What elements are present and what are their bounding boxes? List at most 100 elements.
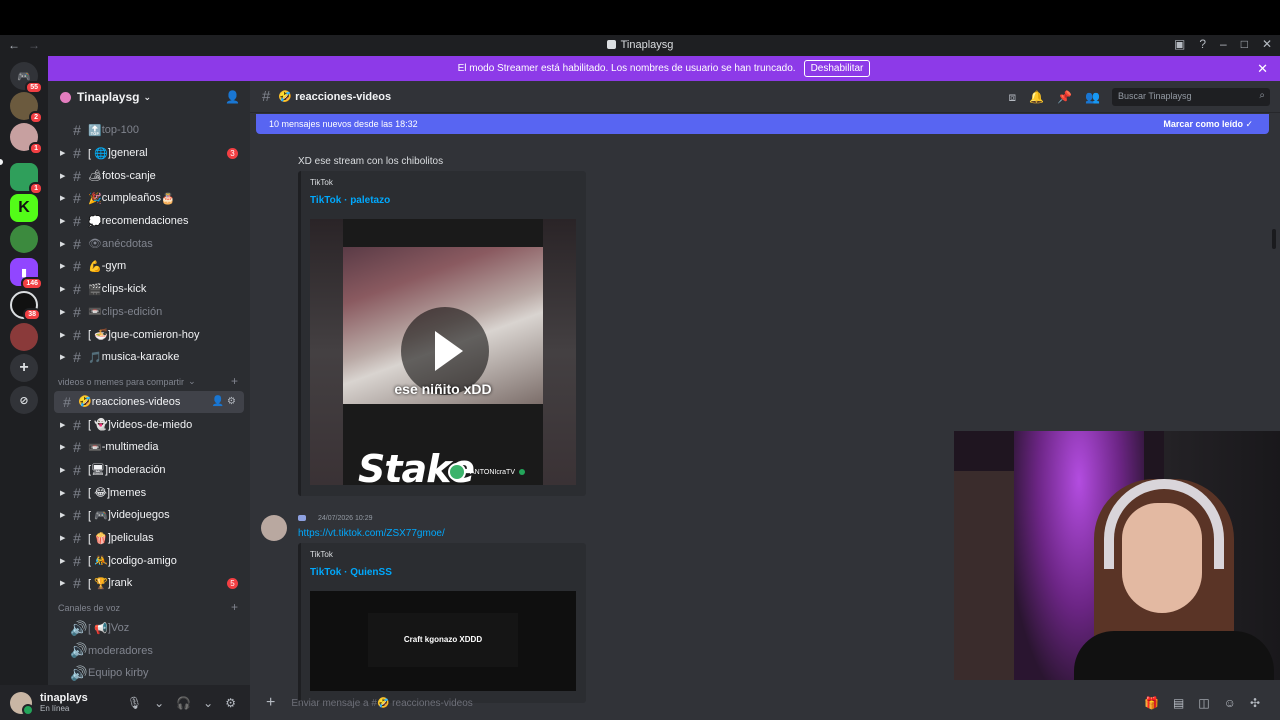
inbox-icon[interactable]: ▣ bbox=[1174, 37, 1185, 51]
server-icon[interactable]: 2 bbox=[10, 92, 43, 124]
channel-label: ]que-comieron-hoy bbox=[107, 328, 200, 341]
channel-memes[interactable]: ▶ # [ 😂 ]memes bbox=[48, 481, 250, 504]
server-list: 🎮 55 2 1 1 K ▮ 146 38 + ⊘ bbox=[0, 56, 48, 720]
channel-videos-de-miedo[interactable]: ▶ # [ 👻 ]videos-de-miedo bbox=[48, 413, 250, 436]
invite-icon[interactable]: 👤 bbox=[212, 396, 224, 407]
message-link[interactable]: https://vt.tiktok.com/ZSX77gmoe/ bbox=[298, 528, 445, 539]
voice-channel-moderadores[interactable]: 🔊 moderadores bbox=[48, 639, 250, 662]
guild-header[interactable]: Tinaplaysg ⌄ 👤 bbox=[48, 81, 250, 113]
message-composer[interactable]: + Enviar mensaje a #🤣 reacciones-videos … bbox=[256, 687, 1274, 719]
channel-peliculas[interactable]: ▶ # [ 🍿 ]peliculas bbox=[48, 527, 250, 550]
server-icon[interactable]: 1 bbox=[10, 163, 43, 195]
channel-reacciones-videos[interactable]: # 🤣 reacciones-videos 👤 ⚙ bbox=[54, 390, 244, 414]
minimize-icon[interactable]: – bbox=[1220, 37, 1227, 51]
channel-videojuegos[interactable]: ▶ # [ 🎮 ]videojuegos bbox=[48, 504, 250, 527]
gift-icon[interactable]: 🎁 bbox=[1144, 696, 1159, 710]
bell-icon[interactable]: 🔔 bbox=[1029, 90, 1044, 105]
channel-moderacion[interactable]: ▶ # [🖥]moderación bbox=[48, 459, 250, 482]
explore-icon[interactable]: ⊘ bbox=[10, 386, 38, 414]
channel-prefix: [ 😂 bbox=[88, 487, 107, 500]
search-input[interactable]: Buscar Tinaplaysg ⌕ bbox=[1112, 88, 1270, 106]
chevron-down-icon[interactable]: ⌄ bbox=[203, 696, 213, 710]
avatar[interactable] bbox=[261, 515, 287, 541]
twitch-server-icon[interactable]: ▮ 146 bbox=[10, 258, 43, 290]
headphones-icon[interactable]: 🎧 bbox=[176, 696, 191, 710]
voice-channel-equipo-kirby[interactable]: 🔊 Equipo kirby bbox=[48, 662, 250, 685]
channel-anecdotas[interactable]: ▶ # 👁 anécdotas bbox=[48, 232, 250, 255]
gear-icon[interactable]: ⚙ bbox=[227, 396, 236, 407]
kick-server-icon[interactable]: K bbox=[10, 194, 38, 222]
channel-que-comieron-hoy[interactable]: ▶ # [ 🍜 ]que-comieron-hoy bbox=[48, 323, 250, 346]
emoji-icon[interactable]: ☺ bbox=[1224, 696, 1236, 710]
category-videos-memes[interactable]: videos o memes para compartir ⌄ + bbox=[48, 369, 250, 391]
embed-title-link[interactable]: TikTok · QuienSS bbox=[310, 567, 392, 578]
channel-top-100[interactable]: # 🔝 top-100 bbox=[48, 119, 250, 142]
microphone-icon[interactable]: 🎙 bbox=[127, 696, 142, 710]
caret-icon: ▶ bbox=[60, 535, 66, 543]
message-input[interactable]: Enviar mensaje a #🤣 reacciones-videos bbox=[291, 698, 472, 709]
maximize-icon[interactable]: □ bbox=[1241, 37, 1248, 51]
message-timestamp: 24/07/2026 10:29 bbox=[318, 515, 373, 522]
chevron-down-icon[interactable]: ⌄ bbox=[154, 696, 164, 710]
channel-multimedia[interactable]: ▶ # 📼 -multimedia bbox=[48, 436, 250, 459]
video-player[interactable]: Craft kgonazo XDDD bbox=[310, 591, 576, 691]
threads-icon[interactable]: ⧈ bbox=[1009, 90, 1017, 105]
server-icon[interactable]: 1 bbox=[10, 123, 43, 155]
direct-messages-button[interactable]: 🎮 55 bbox=[10, 62, 43, 94]
hash-icon: # bbox=[63, 393, 71, 410]
channel-fotos-canje[interactable]: ▶ # 🏕 fotos-canje bbox=[48, 164, 250, 187]
channel-suffix: 🎂 bbox=[161, 192, 175, 205]
add-server-icon[interactable]: + bbox=[10, 354, 38, 382]
channel-label: cumpleaños bbox=[101, 192, 162, 205]
channel-label: ]peliculas bbox=[107, 532, 154, 545]
help-icon[interactable]: ? bbox=[1199, 37, 1206, 51]
channel-clips-kick[interactable]: ▶ # 🎬 clips-kick bbox=[48, 278, 250, 301]
webcam-overlay bbox=[954, 431, 1280, 680]
gif-icon[interactable]: ▤ bbox=[1173, 696, 1184, 710]
server-icon[interactable]: 38 bbox=[10, 291, 41, 321]
server-icon[interactable] bbox=[10, 323, 38, 351]
avatar[interactable] bbox=[10, 691, 34, 716]
members-icon[interactable]: 👥 bbox=[1085, 90, 1100, 105]
user-info[interactable]: tinaplays En línea bbox=[40, 692, 88, 713]
channel-cumpleanos[interactable]: ▶ # 🎉 cumpleaños 🎂 bbox=[48, 187, 250, 210]
channel-rank[interactable]: ▶ # [ 🏆 ]rank 5 bbox=[48, 572, 250, 595]
channel-general[interactable]: ▶ # [ 🌐 ]general 3 bbox=[48, 142, 250, 165]
apps-icon[interactable]: ✣ bbox=[1250, 696, 1260, 710]
close-window-icon[interactable]: ✕ bbox=[1262, 37, 1272, 51]
new-messages-bar[interactable]: 10 mensajes nuevos desde las 18:32 Marca… bbox=[256, 114, 1269, 134]
voice-channel-voz[interactable]: 🔊[ 📢 ]Voz bbox=[48, 617, 250, 640]
disable-streamer-button[interactable]: Deshabilitar bbox=[803, 60, 871, 77]
channel-gym[interactable]: ▶ # 💪 -gym bbox=[48, 255, 250, 278]
category-voice[interactable]: Canales de voz + bbox=[48, 595, 250, 617]
hash-icon: # bbox=[73, 303, 81, 320]
add-channel-icon[interactable]: + bbox=[231, 600, 238, 614]
mark-as-read-label: Marcar como leído bbox=[1163, 118, 1243, 129]
author-name[interactable] bbox=[298, 515, 306, 521]
channel-codigo-amigo[interactable]: ▶ # [ 🤼 ]codigo-amigo bbox=[48, 549, 250, 572]
scrollbar[interactable] bbox=[1272, 229, 1276, 249]
channel-emoji: 🏕 bbox=[88, 170, 102, 183]
sticker-icon[interactable]: ◫ bbox=[1198, 696, 1209, 710]
caret-icon: ▶ bbox=[60, 308, 66, 316]
video-player[interactable]: ese niñito xDD Stake ANTONIcraTV bbox=[310, 219, 576, 485]
chevron-down-icon: ⌄ bbox=[143, 91, 152, 102]
channel-recomendaciones[interactable]: ▶ # 💭 recomendaciones bbox=[48, 210, 250, 233]
invite-people-icon[interactable]: 👤 bbox=[225, 90, 240, 104]
hash-icon: # bbox=[73, 326, 81, 343]
close-banner-icon[interactable]: ✕ bbox=[1257, 61, 1268, 77]
window-controls: ▣ ? – □ ✕ bbox=[1174, 37, 1272, 51]
message-text: XD ese stream con los chibolitos bbox=[298, 156, 444, 167]
channel-clips-edicion[interactable]: ▶ # 📼 clips-edición bbox=[48, 301, 250, 324]
channel-musica-karaoke[interactable]: ▶ # 🎵 musica-karaoke bbox=[48, 346, 250, 369]
mark-as-read-button[interactable]: Marcar como leído ✓ bbox=[1163, 119, 1253, 130]
channel-label: clips-edición bbox=[101, 305, 163, 318]
hash-icon: # bbox=[73, 213, 81, 230]
add-attachment-icon[interactable]: + bbox=[266, 694, 275, 712]
embed-title-link[interactable]: TikTok · paletazo bbox=[310, 195, 390, 206]
settings-gear-icon[interactable]: ⚙ bbox=[225, 696, 236, 710]
channel-emoji: 📼 bbox=[88, 441, 102, 454]
add-channel-icon[interactable]: + bbox=[231, 374, 238, 388]
server-icon[interactable] bbox=[10, 225, 38, 253]
pin-icon[interactable]: 📌 bbox=[1057, 90, 1072, 105]
